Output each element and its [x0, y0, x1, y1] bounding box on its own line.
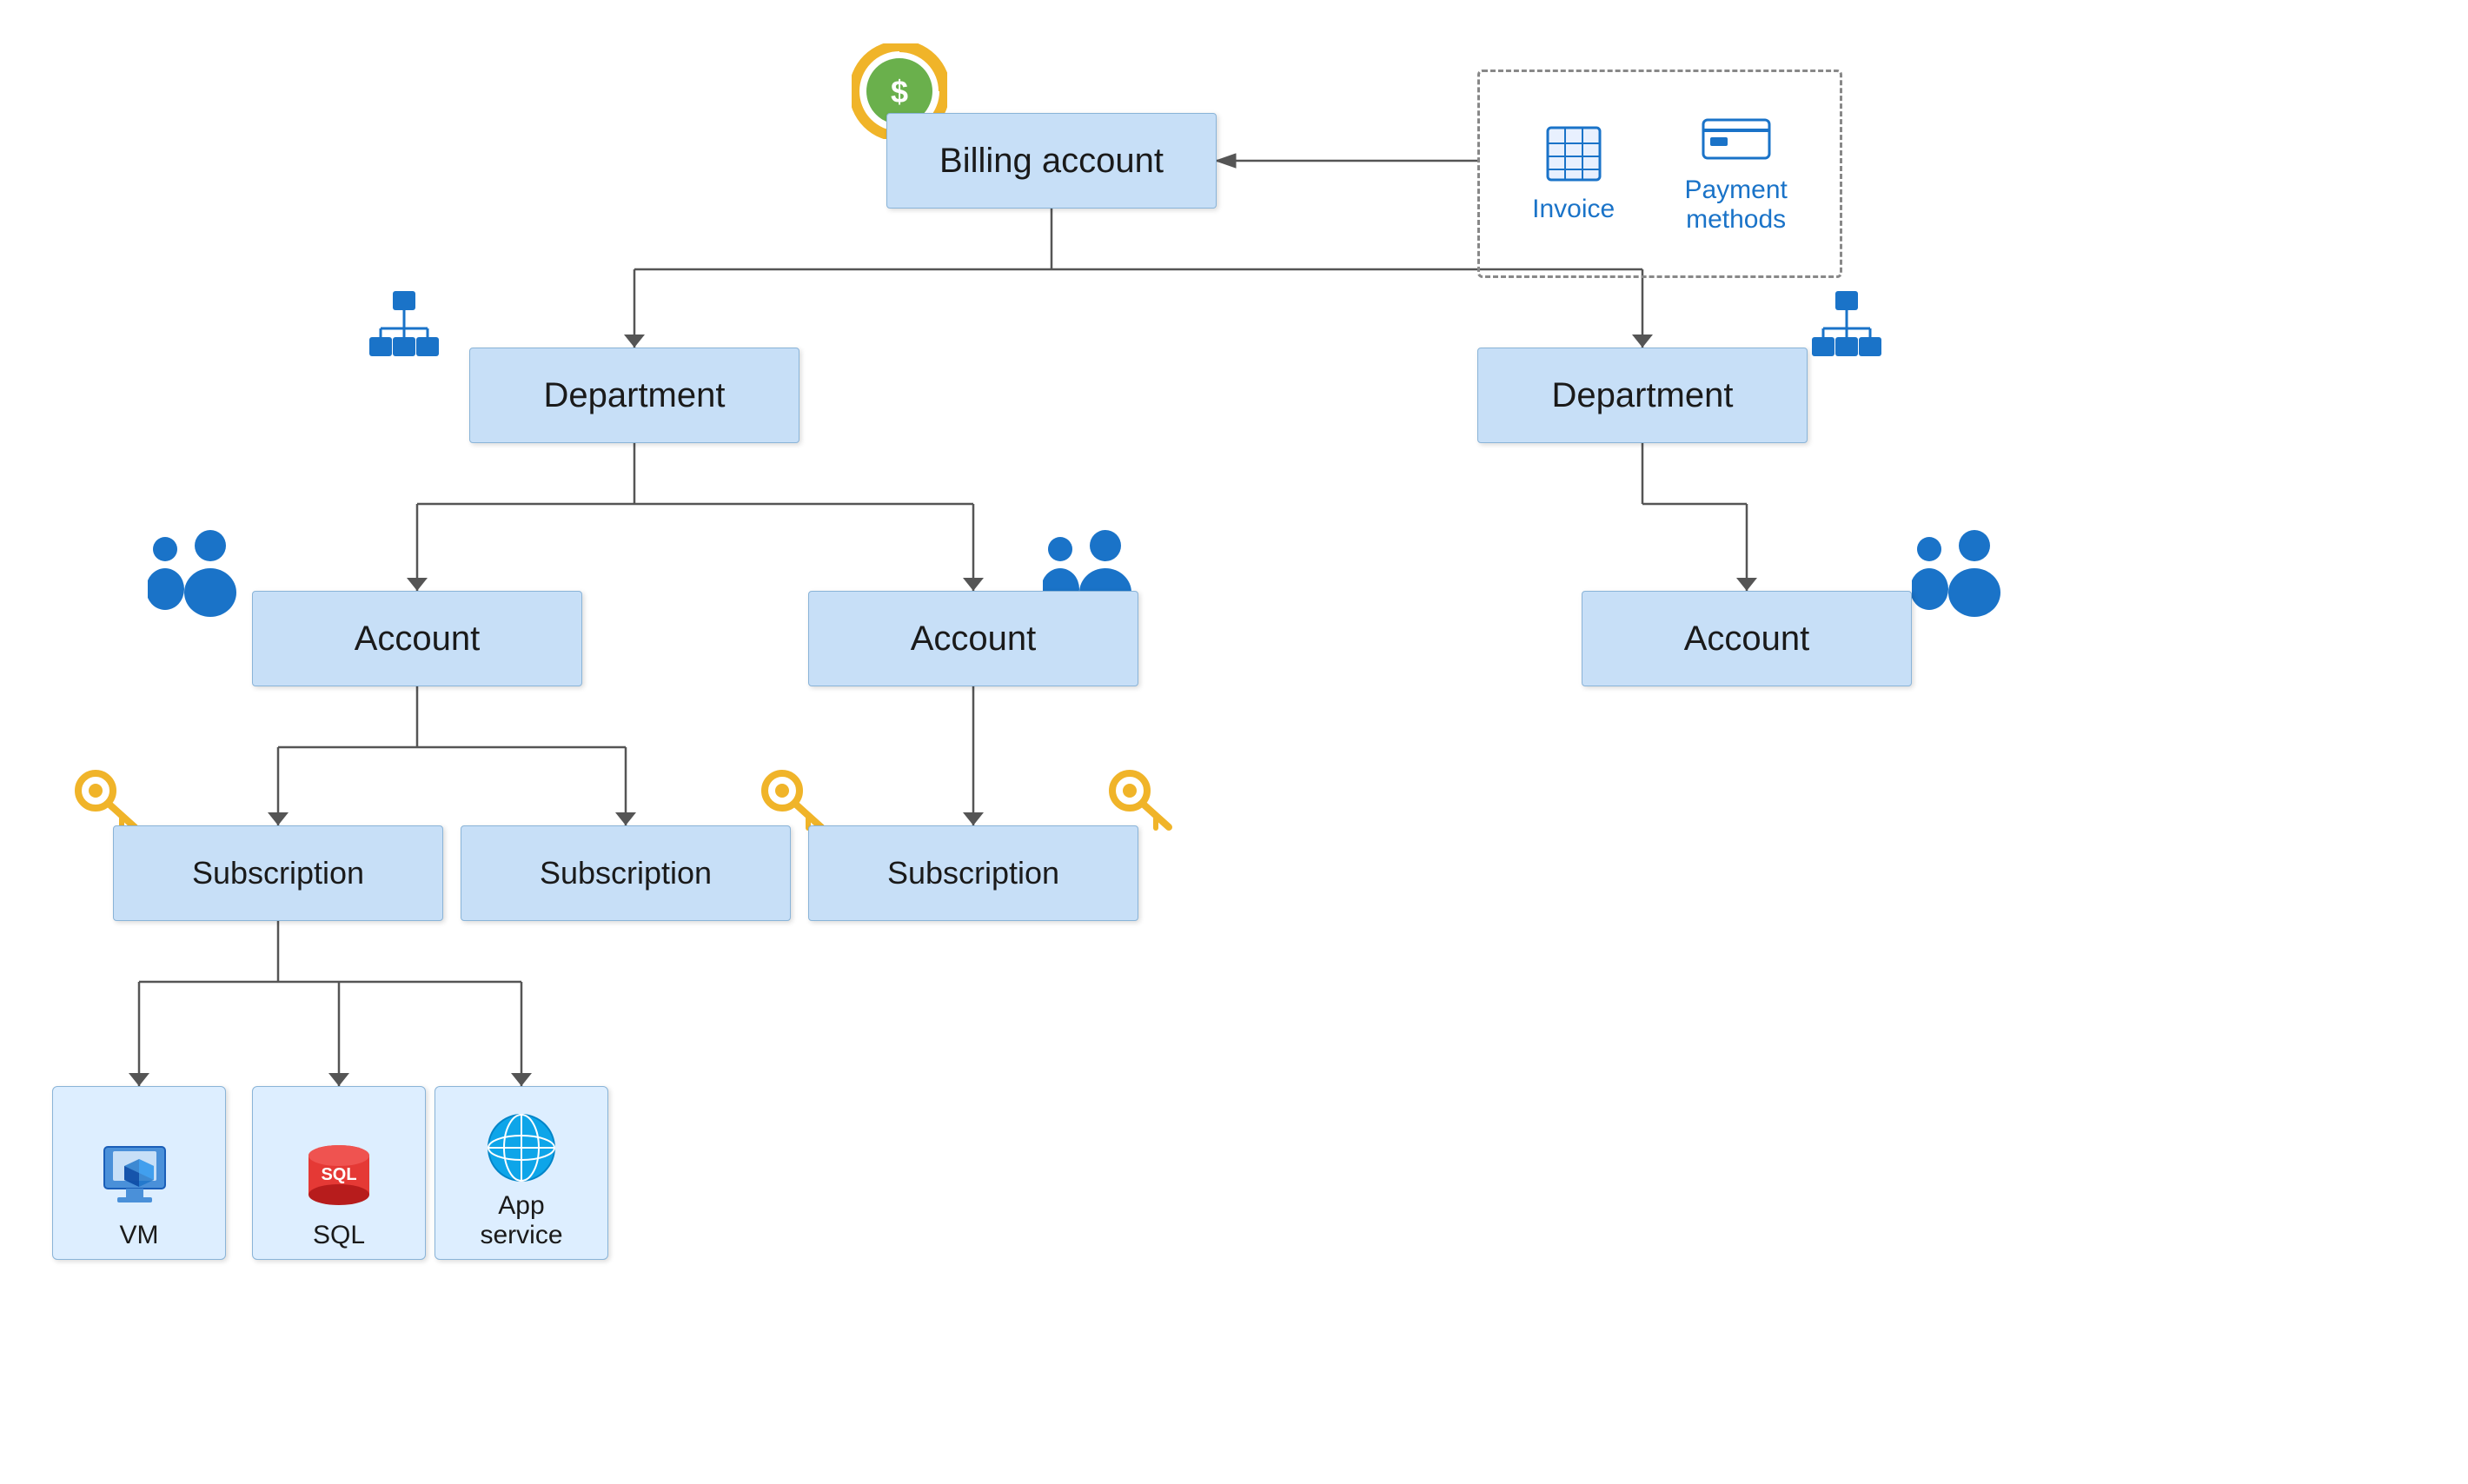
sql-node: SQL SQL	[252, 1086, 426, 1260]
dept1-hierarchy-icon	[365, 287, 443, 369]
acct1-node: Account	[252, 591, 582, 686]
invoice-item: Invoice	[1532, 123, 1615, 224]
dept2-label: Department	[1552, 376, 1734, 415]
sub2-label: Subscription	[540, 855, 712, 891]
acct1-person-icon	[148, 530, 243, 621]
payment-label: Paymentmethods	[1684, 176, 1787, 235]
dept1-node: Department	[469, 348, 799, 443]
sub2-node: Subscription	[461, 825, 791, 921]
acct2-node: Account	[808, 591, 1138, 686]
connectors-svg	[0, 0, 2468, 1484]
invoice-payment-box: Invoice Paymentmethods	[1477, 70, 1842, 278]
svg-text:SQL: SQL	[321, 1165, 356, 1184]
invoice-label: Invoice	[1532, 195, 1615, 224]
billing-account-node: Billing account	[886, 113, 1217, 209]
acct3-node: Account	[1582, 591, 1912, 686]
dept2-node: Department	[1477, 348, 1808, 443]
sub1-label: Subscription	[192, 855, 364, 891]
acct2-label: Account	[911, 619, 1037, 659]
invoice-icon	[1543, 123, 1604, 184]
vm-node: VM	[52, 1086, 226, 1260]
sub3-label: Subscription	[887, 855, 1059, 891]
sql-label: SQL	[313, 1221, 365, 1250]
sub3-node: Subscription	[808, 825, 1138, 921]
vm-label: VM	[120, 1221, 159, 1250]
dept1-label: Department	[544, 376, 726, 415]
sub1-node: Subscription	[113, 825, 443, 921]
svg-text:$: $	[891, 74, 908, 109]
payment-icon	[1702, 113, 1771, 165]
dept2-hierarchy-icon	[1808, 287, 1886, 369]
diagram-container: $ Billing account Invoice	[0, 0, 2468, 1484]
billing-account-label: Billing account	[939, 142, 1164, 181]
acct1-label: Account	[355, 619, 481, 659]
app-service-node: Appservice	[435, 1086, 608, 1260]
acct3-person-icon	[1912, 530, 2007, 621]
acct3-label: Account	[1684, 619, 1810, 659]
payment-methods-item: Paymentmethods	[1684, 113, 1787, 235]
app-service-label: Appservice	[480, 1191, 562, 1250]
